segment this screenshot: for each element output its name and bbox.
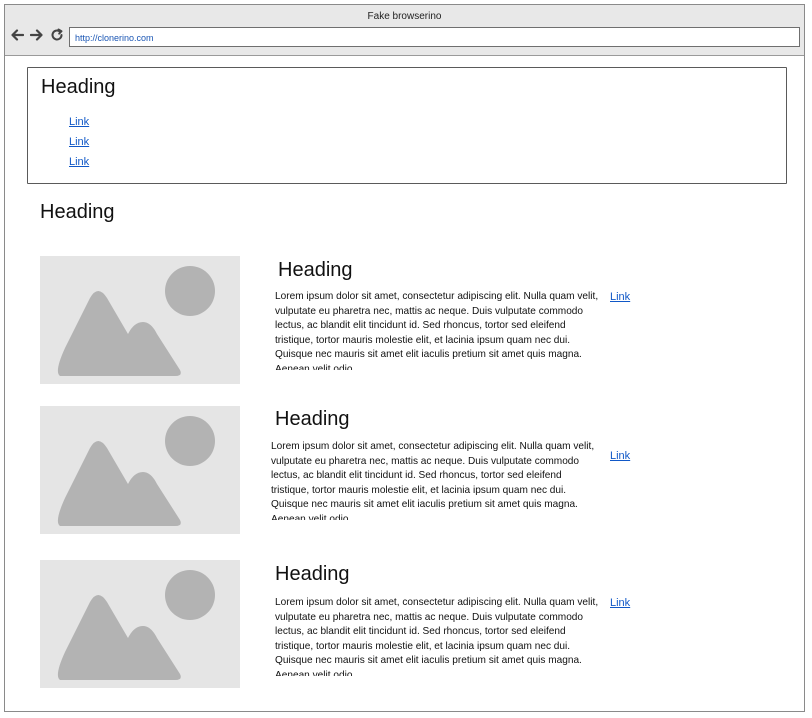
top-box-link-2[interactable]: Link: [69, 136, 89, 148]
top-box-link-1[interactable]: Link: [69, 116, 89, 128]
reload-icon[interactable]: [49, 27, 65, 43]
card-3-heading: Heading: [275, 563, 350, 585]
address-bar[interactable]: http://clonerino.com: [69, 27, 800, 47]
section-heading: Heading: [40, 201, 115, 223]
card-3-link[interactable]: Link: [610, 597, 630, 609]
arrow-left-icon[interactable]: [9, 27, 25, 43]
card-2-heading: Heading: [275, 408, 350, 430]
top-container: Heading Link Link Link: [27, 67, 787, 184]
image-placeholder-icon: [40, 560, 240, 688]
card-3-text: Lorem ipsum dolor sit amet, consectetur …: [275, 597, 599, 676]
browser-window: Fake browserino http://clonerino.com Hea…: [4, 4, 805, 712]
top-box-link-3[interactable]: Link: [69, 156, 89, 168]
browser-chrome: Fake browserino http://clonerino.com: [5, 5, 804, 56]
top-box-heading: Heading: [41, 76, 116, 98]
arrow-right-icon[interactable]: [29, 27, 45, 43]
card-2-link[interactable]: Link: [610, 450, 630, 462]
card-1-link[interactable]: Link: [610, 291, 630, 303]
card-1-heading: Heading: [278, 259, 353, 281]
image-placeholder-icon: [40, 256, 240, 384]
card-2-text: Lorem ipsum dolor sit amet, consectetur …: [271, 441, 595, 520]
window-title: Fake browserino: [367, 11, 442, 22]
image-placeholder-icon: [40, 406, 240, 534]
card-1-text: Lorem ipsum dolor sit amet, consectetur …: [275, 291, 599, 370]
